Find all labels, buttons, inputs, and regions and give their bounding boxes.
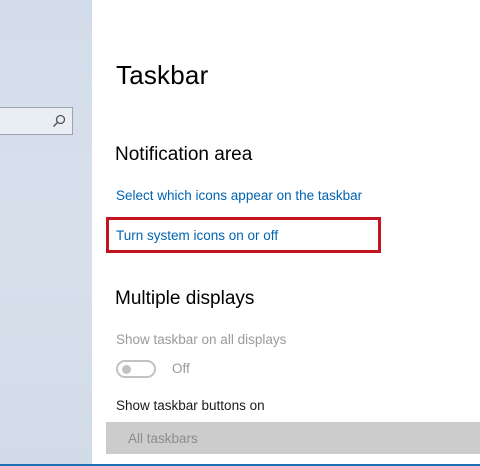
- taskbar-buttons-label: Show taskbar buttons on: [116, 398, 265, 413]
- show-all-displays-label: Show taskbar on all displays: [116, 332, 287, 347]
- page-title: Taskbar: [116, 60, 209, 90]
- navigation-pane: [0, 0, 92, 466]
- search-input[interactable]: [0, 107, 73, 135]
- highlight-annotation: [106, 217, 381, 253]
- toggle-state-label: Off: [172, 361, 190, 376]
- section-title-multiple-displays: Multiple displays: [115, 288, 255, 309]
- settings-content: Taskbar Notification area Select which i…: [92, 0, 480, 466]
- taskbar-buttons-dropdown[interactable]: All taskbars: [106, 422, 480, 454]
- toggle-knob: [122, 365, 131, 374]
- section-title-notification-area: Notification area: [115, 144, 253, 165]
- dropdown-selected-value: All taskbars: [128, 431, 198, 446]
- search-icon[interactable]: [52, 114, 66, 128]
- show-all-displays-toggle[interactable]: [116, 360, 156, 378]
- settings-window: Taskbar Notification area Select which i…: [0, 0, 480, 466]
- select-icons-link[interactable]: Select which icons appear on the taskbar: [116, 188, 362, 203]
